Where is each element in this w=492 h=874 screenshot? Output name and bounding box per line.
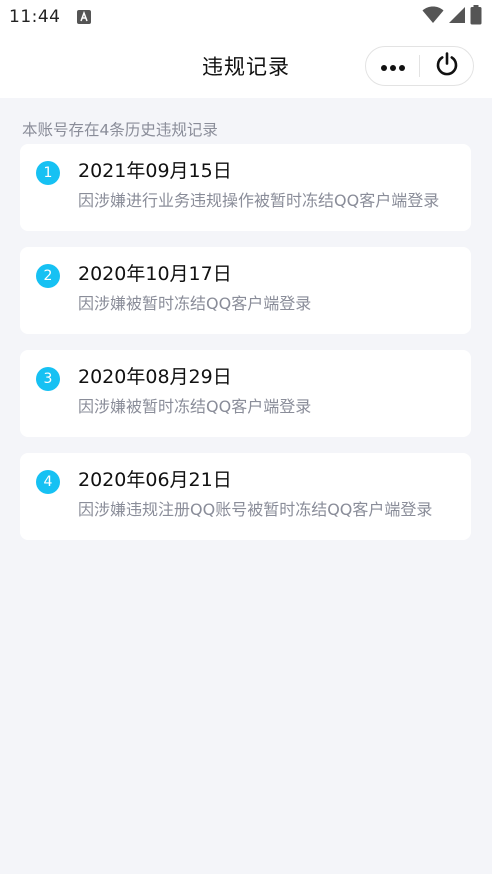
record-card: 1 2021年09月15日 因涉嫌进行业务违规操作被暂时冻结QQ客户端登录	[20, 144, 471, 231]
record-date: 2020年10月17日	[78, 263, 232, 285]
more-button[interactable]	[366, 47, 419, 85]
record-card: 4 2020年06月21日 因涉嫌违规注册QQ账号被暂时冻结QQ客户端登录	[20, 453, 471, 540]
record-description: 因涉嫌被暂时冻结QQ客户端登录	[78, 397, 312, 416]
record-card: 3 2020年08月29日 因涉嫌被暂时冻结QQ客户端登录	[20, 350, 471, 437]
page-title: 违规记录	[202, 55, 290, 79]
record-body: 2020年06月21日 因涉嫌违规注册QQ账号被暂时冻结QQ客户端登录	[78, 467, 455, 524]
nav-bar: 违规记录	[0, 34, 492, 98]
record-description: 因涉嫌违规注册QQ账号被暂时冻结QQ客户端登录	[78, 500, 433, 519]
status-right	[422, 5, 482, 29]
record-card: 2 2020年10月17日 因涉嫌被暂时冻结QQ客户端登录	[20, 247, 471, 334]
record-body: 2020年10月17日 因涉嫌被暂时冻结QQ客户端登录	[78, 261, 455, 318]
more-dots-icon	[380, 57, 406, 76]
record-body: 2021年09月15日 因涉嫌进行业务违规操作被暂时冻结QQ客户端登录	[78, 158, 455, 215]
record-date: 2020年08月29日	[78, 366, 232, 388]
signal-icon	[448, 6, 466, 28]
power-icon	[434, 51, 460, 81]
record-index-badge: 2	[36, 264, 60, 288]
app-notification-icon	[76, 10, 91, 24]
mini-program-capsule	[365, 46, 474, 86]
record-index-badge: 1	[36, 161, 60, 185]
content: 本账号存在4条历史违规记录 1 2021年09月15日 因涉嫌进行业务违规操作被…	[0, 98, 492, 540]
battery-icon	[470, 5, 482, 29]
record-index-badge: 4	[36, 470, 60, 494]
page: 11:44 违规记录 本账号存在4条历史违规记录 1 2021年09月15日 因…	[0, 0, 492, 874]
record-summary: 本账号存在4条历史违规记录	[22, 121, 218, 139]
record-date: 2020年06月21日	[78, 469, 232, 491]
wifi-icon	[422, 6, 444, 28]
close-button[interactable]	[420, 47, 473, 85]
record-description: 因涉嫌进行业务违规操作被暂时冻结QQ客户端登录	[78, 191, 440, 210]
status-time: 11:44	[9, 7, 61, 27]
record-index-badge: 3	[36, 367, 60, 391]
record-description: 因涉嫌被暂时冻结QQ客户端登录	[78, 294, 312, 313]
status-left: 11:44	[9, 7, 91, 27]
status-bar: 11:44	[0, 0, 492, 34]
record-date: 2021年09月15日	[78, 160, 232, 182]
record-body: 2020年08月29日 因涉嫌被暂时冻结QQ客户端登录	[78, 364, 455, 421]
